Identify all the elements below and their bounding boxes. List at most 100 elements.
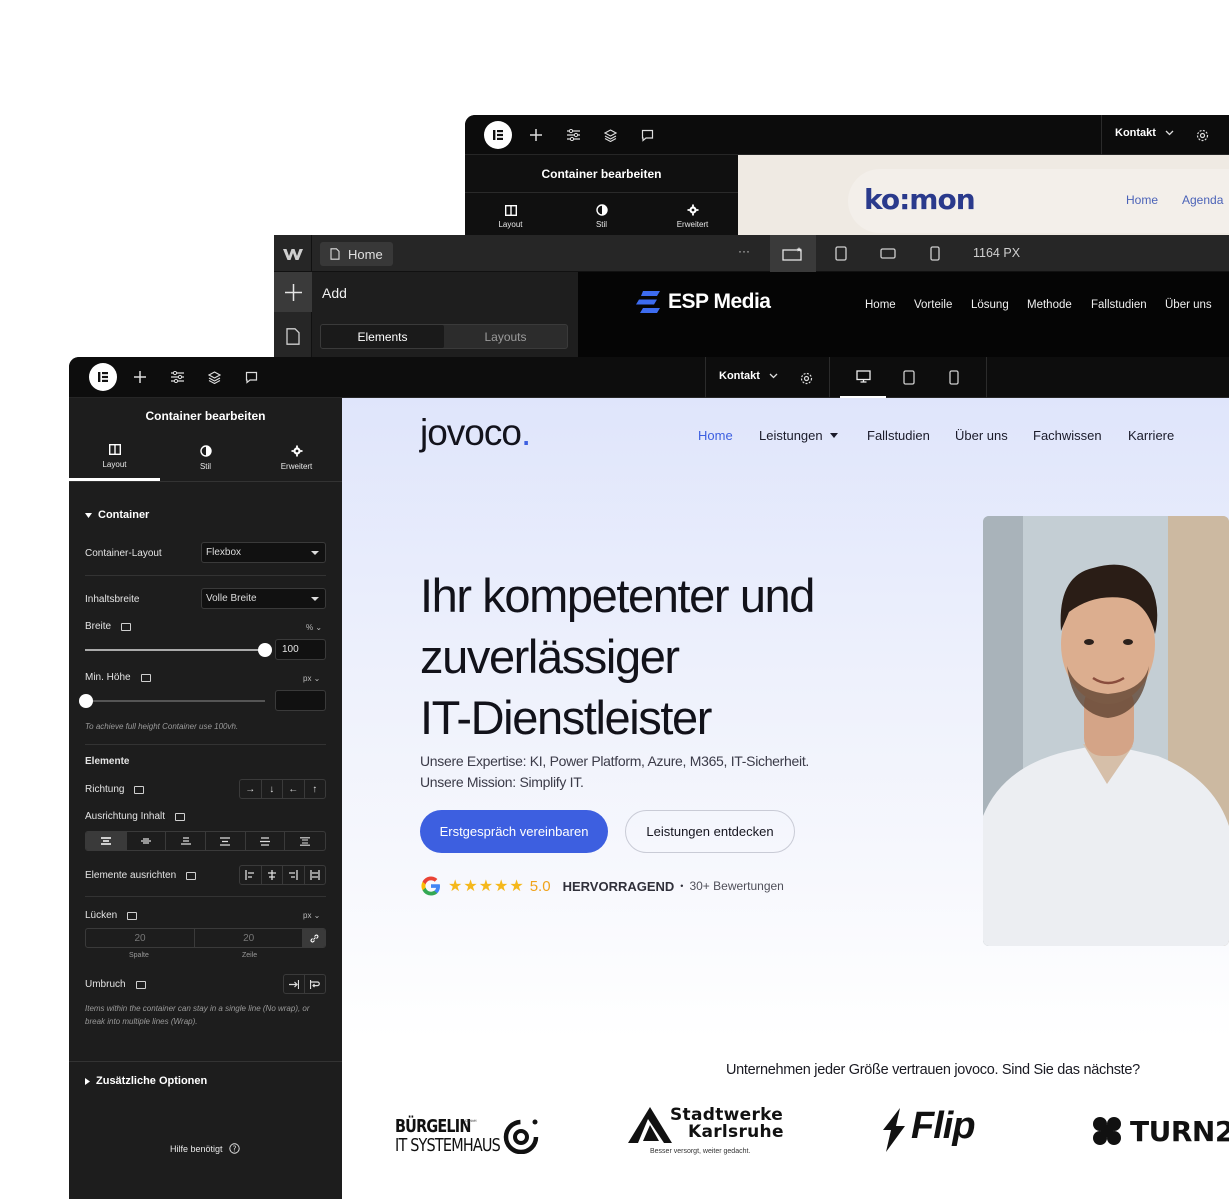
tablet-landscape-icon[interactable] [865, 235, 911, 272]
esp-nav-loesung[interactable]: Lösung [971, 299, 1009, 311]
nav-fachwissen[interactable]: Fachwissen [1033, 428, 1102, 443]
gear-icon[interactable] [1191, 124, 1213, 146]
desktop-icon[interactable] [186, 871, 197, 880]
content-width-select[interactable]: Volle Breite [201, 588, 326, 609]
justify-end-icon[interactable] [166, 832, 206, 850]
esp-nav-vorteile[interactable]: Vorteile [914, 299, 952, 311]
esp-nav-methode[interactable]: Methode [1027, 299, 1072, 311]
desktop-icon[interactable] [127, 911, 138, 920]
link-icon[interactable] [303, 929, 325, 947]
cta-secondary-button[interactable]: Leistungen entdecken [625, 810, 795, 853]
star-icon: ★ [463, 878, 478, 895]
settings-sliders-icon[interactable] [166, 366, 188, 388]
tablet-icon[interactable] [886, 357, 932, 398]
contact-dropdown[interactable]: Kontakt [719, 370, 778, 382]
add-icon[interactable] [525, 124, 547, 146]
wrap-icon[interactable] [305, 975, 325, 993]
gap-row-input[interactable]: 20 [195, 929, 304, 947]
jovoco-logo[interactable]: jovoco. [420, 412, 531, 454]
justify-start-icon[interactable] [86, 832, 127, 850]
tab-layout[interactable]: Layout [465, 193, 556, 240]
gap-column-input[interactable]: 20 [86, 929, 196, 947]
justify-space-around-icon[interactable] [246, 832, 286, 850]
esp-nav-home[interactable]: Home [865, 299, 896, 311]
nav-home[interactable]: Home [698, 428, 733, 443]
nav-karriere[interactable]: Karriere [1128, 428, 1174, 443]
elementor-logo-icon[interactable] [89, 363, 117, 391]
add-icon[interactable] [129, 366, 151, 388]
comment-icon[interactable] [636, 124, 658, 146]
elementor-logo-icon[interactable] [484, 121, 512, 149]
desktop-icon[interactable] [140, 673, 151, 682]
arrow-right-icon[interactable]: → [240, 780, 262, 798]
width-input[interactable]: 100 [275, 639, 326, 660]
tab-style[interactable]: Stil [556, 193, 647, 240]
mobile-icon[interactable] [912, 235, 958, 272]
elements-heading: Elemente [85, 756, 130, 767]
page-selector[interactable]: Home [320, 242, 393, 266]
help-link[interactable]: Hilfe benötigt ? [170, 1143, 240, 1154]
container-layout-select[interactable]: Flexbox [201, 542, 326, 563]
gear-icon[interactable] [795, 367, 817, 389]
width-unit-select[interactable]: % ⌄ [306, 623, 322, 632]
tablet-icon[interactable] [818, 235, 864, 272]
komon-nav-home[interactable]: Home [1126, 193, 1158, 207]
client-logo-buergelin: BÜRGELIN IT SYSTEMHAUS GmbH [395, 1114, 545, 1158]
esp-nav-ueber-uns[interactable]: Über uns [1165, 299, 1212, 311]
cta-primary-button[interactable]: Erstgespräch vereinbaren [420, 810, 608, 853]
min-height-slider-thumb[interactable] [79, 694, 93, 708]
align-start-icon[interactable] [240, 866, 262, 884]
min-height-input[interactable] [275, 690, 326, 711]
tab-elements[interactable]: Elements [321, 325, 444, 348]
align-center-icon[interactable] [262, 866, 283, 884]
layers-icon[interactable] [203, 366, 225, 388]
justify-space-between-icon[interactable] [206, 832, 246, 850]
add-panel-icon[interactable] [274, 272, 312, 312]
mobile-icon[interactable] [931, 357, 977, 398]
wrap-button-group [283, 974, 326, 994]
justify-center-icon[interactable] [127, 832, 167, 850]
tab-layouts[interactable]: Layouts [444, 325, 567, 348]
comment-icon[interactable] [240, 366, 262, 388]
contact-dropdown[interactable]: Kontakt [1115, 127, 1174, 139]
nav-fallstudien[interactable]: Fallstudien [867, 428, 930, 443]
settings-sliders-icon[interactable] [562, 124, 584, 146]
tab-advanced[interactable]: Erweitert [251, 434, 342, 481]
tab-advanced[interactable]: Erweitert [647, 193, 738, 240]
gap-unit-select[interactable]: px ⌄ [303, 911, 320, 920]
desktop-star-breakpoint-icon[interactable] [770, 235, 816, 272]
wrap-note: Items within the container can stay in a… [85, 1004, 310, 1026]
align-end-icon[interactable] [283, 866, 305, 884]
justify-space-evenly-icon[interactable] [285, 832, 325, 850]
more-menu-icon[interactable]: ··· [738, 244, 750, 258]
komon-logo: ko:mon [864, 183, 976, 216]
width-slider-thumb[interactable] [258, 643, 272, 657]
min-height-slider-track[interactable] [79, 694, 265, 708]
justify-button-group [85, 831, 326, 851]
desktop-icon[interactable] [175, 812, 186, 821]
arrow-down-icon[interactable]: ↓ [262, 780, 283, 798]
pages-icon[interactable] [274, 316, 312, 356]
min-height-unit-select[interactable]: px ⌄ [303, 674, 320, 683]
additional-options-toggle[interactable]: Zusätzliche Optionen [85, 1075, 207, 1087]
nav-leistungen[interactable]: Leistungen [759, 428, 838, 443]
desktop-icon[interactable] [840, 357, 886, 398]
align-stretch-icon[interactable] [305, 866, 326, 884]
nav-ueber-uns[interactable]: Über uns [955, 428, 1008, 443]
width-slider-track[interactable] [85, 643, 272, 657]
esp-nav-fallstudien[interactable]: Fallstudien [1091, 299, 1147, 311]
client-logo-flip: Flip [881, 1105, 991, 1155]
layers-icon[interactable] [599, 124, 621, 146]
tab-layout[interactable]: Layout [69, 434, 160, 481]
desktop-icon[interactable] [135, 980, 146, 989]
desktop-icon[interactable] [121, 622, 132, 631]
section-container-toggle[interactable]: Container [85, 509, 149, 521]
desktop-icon[interactable] [134, 785, 145, 794]
tab-style[interactable]: Stil [160, 434, 251, 481]
webflow-logo-icon[interactable] [274, 235, 312, 272]
middle-top-toolbar: Home ··· 1164 PX [274, 235, 1229, 272]
komon-nav-agenda[interactable]: Agenda [1182, 193, 1223, 207]
arrow-up-icon[interactable]: ↑ [305, 780, 326, 798]
no-wrap-icon[interactable] [284, 975, 305, 993]
arrow-left-icon[interactable]: ← [283, 780, 305, 798]
